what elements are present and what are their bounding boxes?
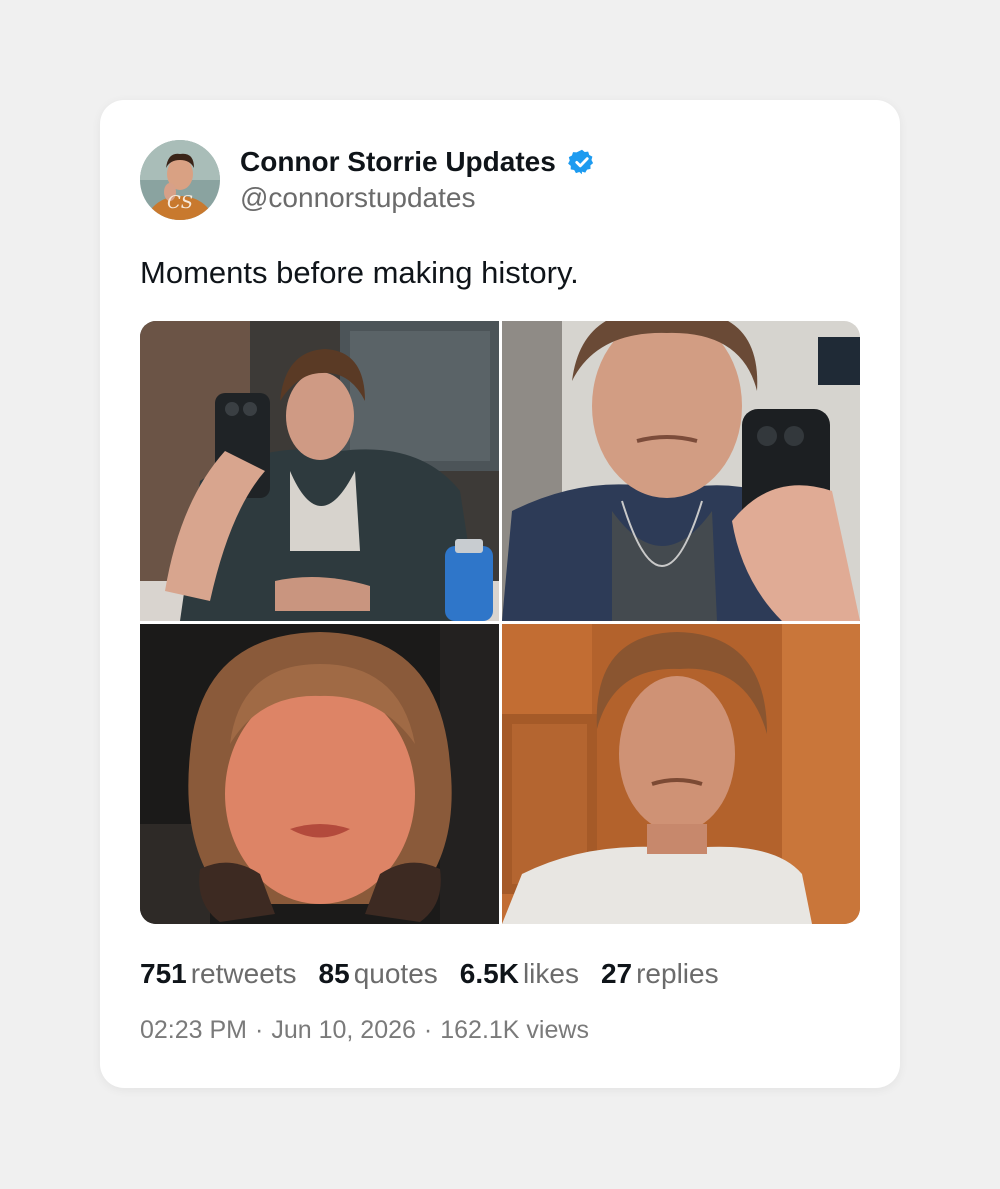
tweet-time[interactable]: 02:23 PM xyxy=(140,1012,247,1048)
tweet-stats: 751 retweets 85 quotes 6.5K likes 27 rep… xyxy=(140,954,741,994)
meta-separator: · xyxy=(423,1016,433,1044)
tweet-header: CS Connor Storrie Updates @connorstupdat… xyxy=(140,140,596,220)
likes-label: likes xyxy=(522,958,579,989)
tweet-meta: 02:23 PM · Jun 10, 2026 · 162.1K views xyxy=(140,1012,589,1048)
selfie-headphones-photo[interactable] xyxy=(140,624,499,924)
media-grid xyxy=(140,321,860,924)
likes-count: 6.5K xyxy=(459,958,519,989)
author-handle[interactable]: @connorstupdates xyxy=(240,180,596,216)
tweet-card: CS Connor Storrie Updates @connorstupdat… xyxy=(100,100,900,1088)
replies-stat[interactable]: 27 replies xyxy=(601,954,719,994)
tweet-views: 162.1K views xyxy=(440,1016,589,1044)
portrait-wood-wall-photo[interactable] xyxy=(502,624,860,924)
avatar-image: CS xyxy=(140,140,220,220)
quotes-count: 85 xyxy=(318,958,350,989)
meta-separator: · xyxy=(255,1016,264,1044)
retweets-count: 751 xyxy=(140,958,187,989)
avatar[interactable]: CS xyxy=(140,140,220,220)
retweets-label: retweets xyxy=(190,958,297,989)
selfie-plaid-shirt-photo[interactable] xyxy=(140,321,499,621)
name-row: Connor Storrie Updates xyxy=(240,144,596,180)
display-name[interactable]: Connor Storrie Updates xyxy=(240,144,556,180)
quotes-stat[interactable]: 85 quotes xyxy=(319,954,438,994)
tweet-text: Moments before making history. xyxy=(140,255,579,290)
likes-stat[interactable]: 6.5K likes xyxy=(460,954,579,994)
author-info: Connor Storrie Updates @connorstupdates xyxy=(240,144,596,216)
tweet-date[interactable]: Jun 10, 2026 xyxy=(271,1012,416,1048)
selfie-denim-jacket-photo[interactable] xyxy=(502,321,860,621)
replies-label: replies xyxy=(636,958,719,989)
avatar-monogram: CS xyxy=(167,192,193,213)
retweets-stat[interactable]: 751 retweets xyxy=(140,954,297,994)
verified-badge-icon xyxy=(567,148,596,176)
quotes-label: quotes xyxy=(353,958,438,989)
replies-count: 27 xyxy=(600,958,633,989)
